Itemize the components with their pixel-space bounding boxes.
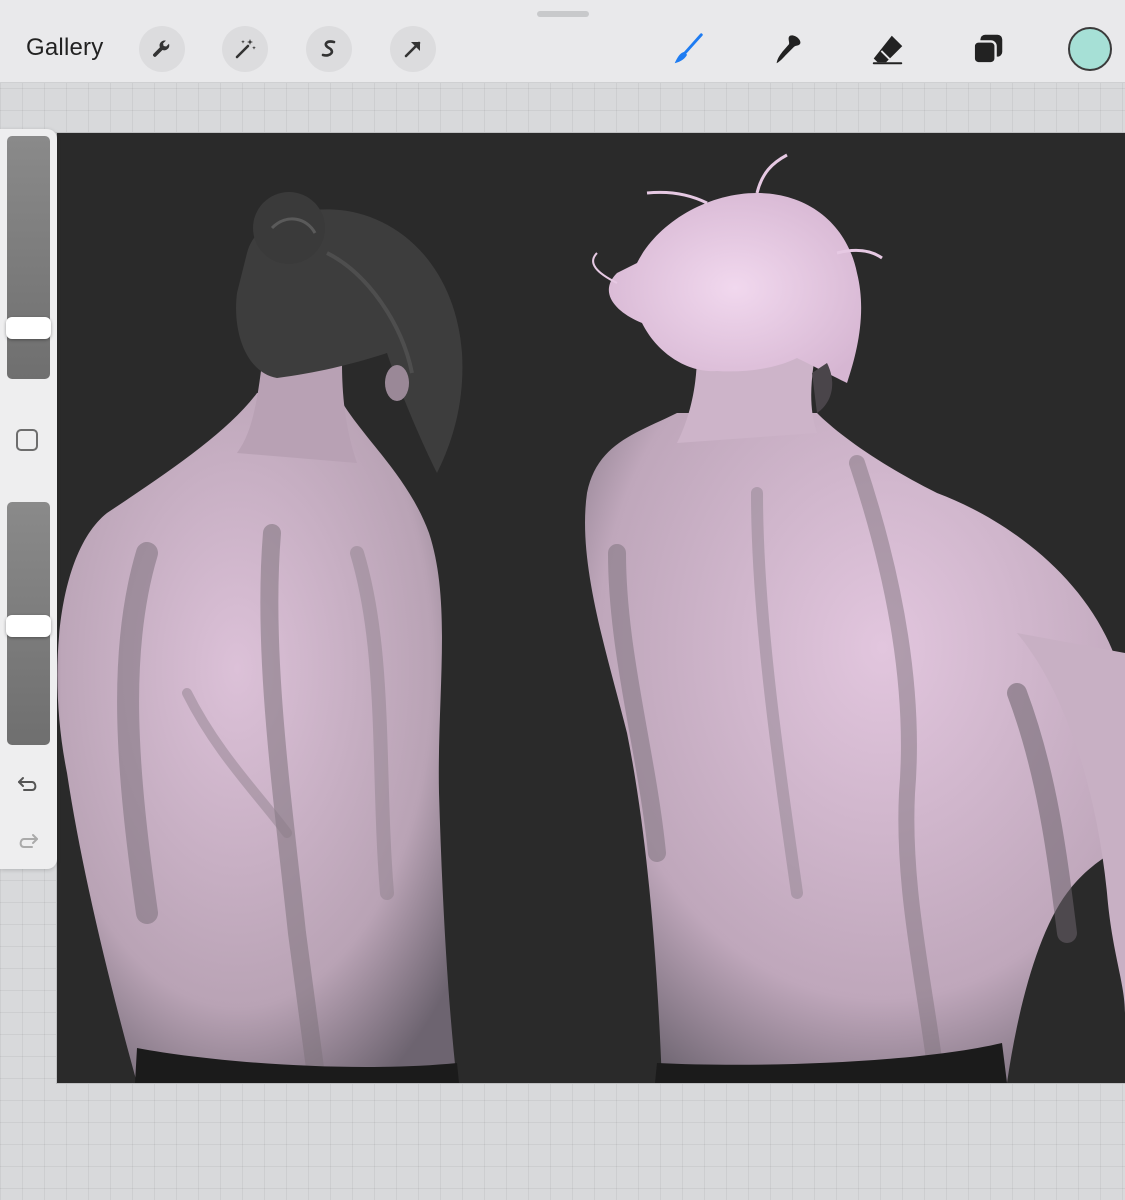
eraser-button[interactable]: [865, 26, 911, 72]
undo-arrow-icon: [18, 777, 37, 791]
left-figure-bun: [253, 192, 325, 264]
drag-handle[interactable]: [537, 11, 589, 17]
left-sidebar: [0, 129, 57, 869]
smudge-icon: [776, 35, 801, 64]
artwork: [57, 153, 1125, 1083]
arrow-cursor-icon: [404, 41, 421, 58]
redo-arrow-icon: [19, 834, 38, 848]
smudge-button[interactable]: [765, 26, 811, 72]
paint-brush-button[interactable]: [665, 26, 711, 72]
selection-s-icon: [321, 40, 336, 57]
opacity-thumb[interactable]: [6, 614, 51, 637]
color-picker-button[interactable]: [1068, 27, 1112, 71]
brush-size-thumb[interactable]: [6, 317, 51, 340]
layers-icon: [972, 34, 1003, 65]
wrench-icon: [153, 40, 170, 57]
adjustments-button[interactable]: [222, 26, 268, 72]
modify-button[interactable]: [16, 429, 38, 451]
gallery-button[interactable]: Gallery: [26, 34, 103, 62]
redo-button[interactable]: [14, 826, 42, 854]
eraser-icon: [872, 35, 903, 65]
drawing-canvas[interactable]: [57, 133, 1125, 1083]
brush-icon: [674, 33, 703, 64]
procreate-app: Gallery: [0, 0, 1125, 1200]
magic-wand-icon: [235, 39, 256, 59]
right-figure-hair: [608, 193, 862, 383]
brush-size-slider[interactable]: [6, 136, 51, 379]
actions-button[interactable]: [139, 26, 185, 72]
layers-button[interactable]: [965, 26, 1011, 72]
top-toolbar: Gallery: [0, 0, 1125, 83]
selection-button[interactable]: [306, 26, 352, 72]
undo-button[interactable]: [14, 769, 42, 797]
opacity-slider[interactable]: [6, 502, 51, 745]
transform-button[interactable]: [390, 26, 436, 72]
left-figure-back: [57, 393, 458, 1083]
